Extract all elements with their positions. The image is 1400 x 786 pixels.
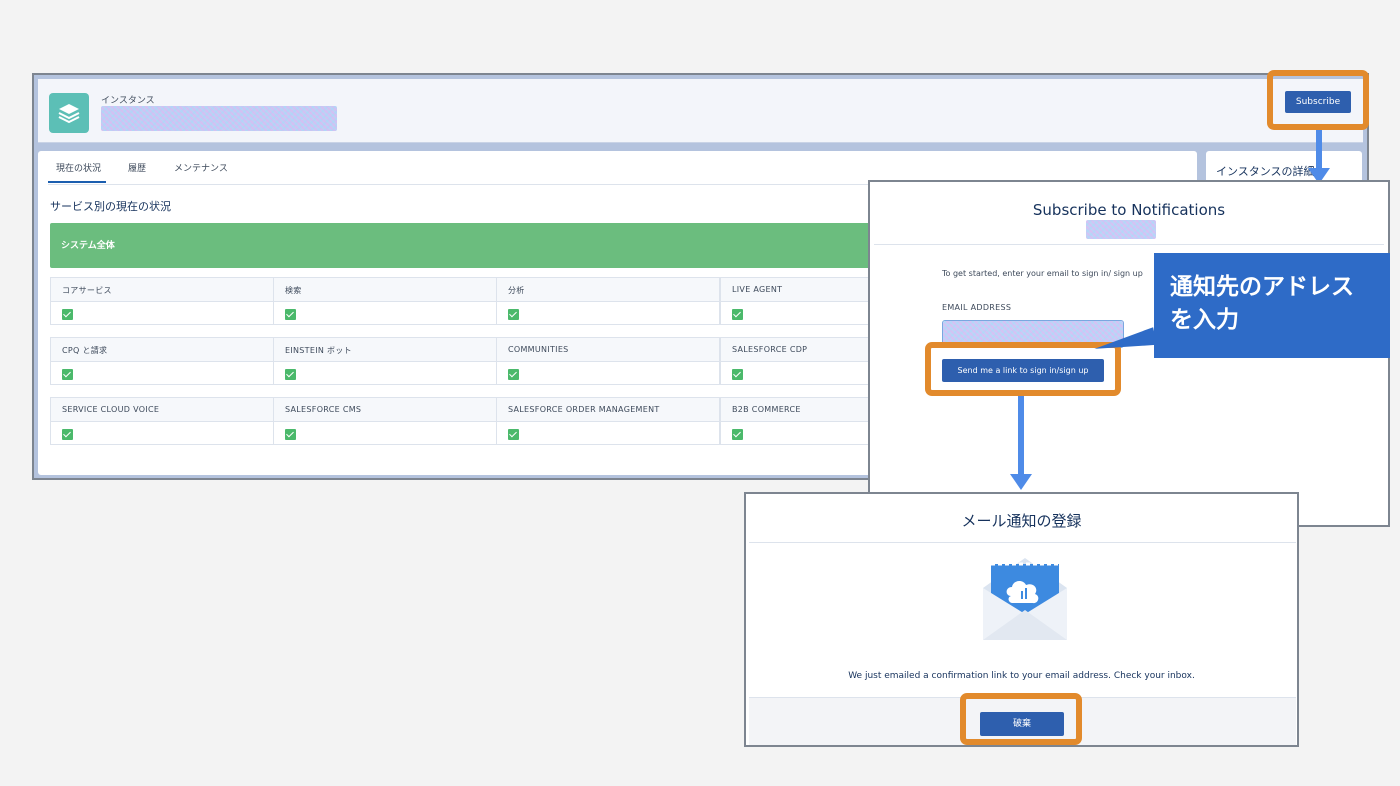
tab-current-status[interactable]: 現在の状況	[56, 161, 101, 174]
check-icon	[285, 429, 296, 440]
check-icon	[508, 309, 519, 320]
service-name: EINSTEIN ボット	[285, 346, 352, 355]
email-label: EMAIL ADDRESS	[942, 303, 1012, 312]
service-name: コアサービス	[62, 286, 112, 295]
check-icon	[508, 369, 519, 380]
service-cell: COMMUNITIES	[496, 337, 720, 385]
instance-header: インスタンス	[38, 79, 1363, 143]
service-name: SERVICE CLOUD VOICE	[62, 405, 160, 414]
system-status-label: システム全体	[61, 241, 115, 251]
service-name: COMMUNITIES	[508, 345, 569, 354]
callout-line-1: 通知先のアドレス	[1170, 274, 1354, 300]
instance-name-redacted	[101, 106, 337, 131]
check-icon	[508, 429, 519, 440]
envelope-icon	[983, 554, 1067, 646]
service-name: SALESFORCE ORDER MANAGEMENT	[508, 405, 660, 414]
divider	[874, 244, 1384, 245]
discard-highlight	[960, 693, 1082, 745]
check-icon	[732, 429, 743, 440]
service-name: SALESFORCE CDP	[732, 345, 808, 354]
service-name: 検索	[285, 286, 302, 295]
service-cell: CPQ と請求	[50, 337, 274, 385]
check-icon	[732, 369, 743, 380]
service-cell: 分析	[496, 277, 720, 325]
instance-details-title: インスタンスの詳細	[1216, 165, 1315, 178]
instance-name-redacted	[1086, 220, 1156, 239]
callout-line-2: を入力	[1170, 307, 1239, 333]
check-icon	[285, 369, 296, 380]
confirmation-message: We just emailed a confirmation link to y…	[848, 671, 1195, 681]
service-cell: SALESFORCE CMS	[273, 397, 497, 445]
service-name: SALESFORCE CMS	[285, 405, 362, 414]
arrow-down-icon	[1018, 396, 1024, 476]
check-icon	[285, 309, 296, 320]
check-icon	[732, 309, 743, 320]
service-cell: EINSTEIN ボット	[273, 337, 497, 385]
service-name: 分析	[508, 286, 525, 295]
tab-history[interactable]: 履歴	[128, 161, 146, 174]
subscribe-highlight	[1267, 70, 1369, 130]
subscribe-dialog-title: Subscribe to Notifications	[1032, 201, 1226, 219]
divider	[749, 542, 1296, 543]
confirmation-dialog-title: メール通知の登録	[961, 512, 1082, 530]
service-cell: コアサービス	[50, 277, 274, 325]
service-name: CPQ と請求	[62, 346, 108, 355]
check-icon	[62, 429, 73, 440]
section-title: サービス別の現在の状況	[50, 200, 171, 213]
instance-label: インスタンス	[101, 96, 155, 106]
arrow-down-icon	[1316, 130, 1322, 170]
callout-box: 通知先のアドレス を入力	[1154, 253, 1390, 358]
tab-maintenance[interactable]: メンテナンス	[174, 161, 228, 174]
service-cell: SALESFORCE ORDER MANAGEMENT	[496, 397, 720, 445]
active-tab-indicator	[48, 181, 106, 183]
check-icon	[62, 369, 73, 380]
send-link-highlight	[925, 342, 1121, 396]
check-icon	[62, 309, 73, 320]
service-name: B2B COMMERCE	[732, 405, 801, 414]
service-cell: 検索	[273, 277, 497, 325]
service-cell: SERVICE CLOUD VOICE	[50, 397, 274, 445]
subscribe-intro-text: To get started, enter your email to sign…	[942, 269, 1143, 278]
layers-icon	[49, 93, 89, 133]
service-name: LIVE AGENT	[732, 285, 783, 294]
callout-text: 通知先のアドレス を入力	[1170, 271, 1384, 337]
arrow-head-icon	[1010, 474, 1032, 490]
